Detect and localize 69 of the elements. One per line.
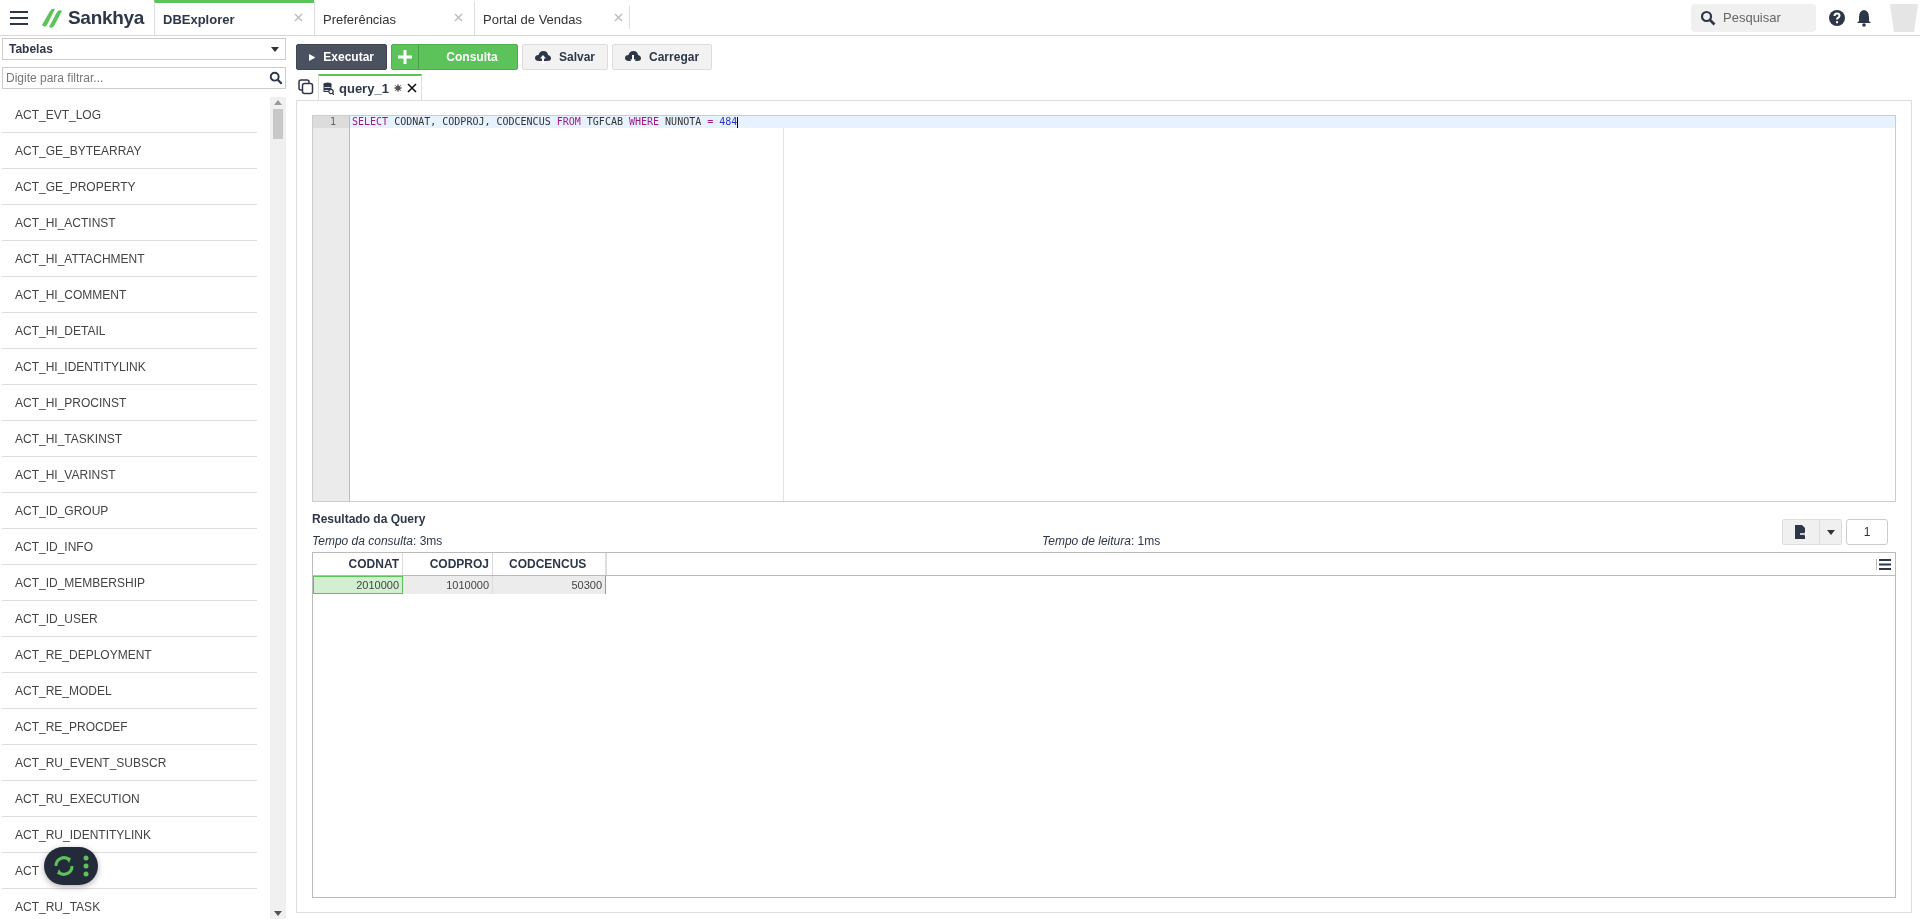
brand-name: Sankhya: [68, 6, 145, 29]
table-list-item[interactable]: ACT_HI_IDENTITYLINK: [2, 349, 258, 385]
plus-icon: [398, 50, 412, 64]
table-cell[interactable]: 1010000: [403, 576, 493, 594]
download-cloud-icon: [625, 50, 642, 64]
search-icon: [269, 71, 283, 85]
play-icon: [309, 51, 316, 63]
table-list-item[interactable]: ACT_GE_BYTEARRAY: [2, 133, 258, 169]
close-icon[interactable]: [406, 83, 417, 93]
code-editor[interactable]: 1 SELECT CODNAT, CODPROJ, CODCENCUS FROM TGFCAB WHERE NUNOTA = 484: [312, 115, 1896, 502]
table-list-item[interactable]: ACT_EVT_LOG: [2, 97, 258, 133]
table-list-item[interactable]: ACT_RU_TASK: [2, 889, 258, 919]
app-tab[interactable]: Portal de Vendas: [474, 0, 634, 35]
table-list-item[interactable]: ACT_HI_VARINST: [2, 457, 258, 493]
export-dropdown-button[interactable]: [1820, 519, 1842, 545]
scrollbar[interactable]: [270, 97, 286, 919]
table-list-item[interactable]: ACT_HI_ATTACHMENT: [2, 241, 258, 277]
column-header[interactable]: CODPROJ: [403, 553, 493, 575]
table-list-item[interactable]: ACT_RU_EXECUTION: [2, 781, 258, 817]
dropdown-value: Tabelas: [9, 42, 53, 56]
results-title: Resultado da Query: [312, 512, 427, 526]
load-button[interactable]: Carregar: [612, 44, 713, 70]
help-icon[interactable]: [1828, 8, 1846, 27]
drag-handle-icon: [82, 855, 90, 877]
table-list-item[interactable]: ACT_ID_MEMBERSHIP: [2, 565, 258, 601]
table-list-item[interactable]: ACT_HI_DETAIL: [2, 313, 258, 349]
filter-field[interactable]: Digite para filtrar...: [2, 67, 286, 89]
table-cell[interactable]: 50300: [493, 576, 606, 594]
caret-icon: [271, 46, 279, 52]
column-header[interactable]: CODCENCUS: [493, 553, 606, 575]
table-list-item[interactable]: ACT_RE_DEPLOYMENT: [2, 637, 258, 673]
table-list-item[interactable]: ACT_RU_EVENT_SUBSCR: [2, 745, 258, 781]
table-list-item[interactable]: ACT_HI_TASKINST: [2, 421, 258, 457]
scroll-down-icon[interactable]: [274, 911, 283, 916]
table-list-item[interactable]: ACT_ID_INFO: [2, 529, 258, 565]
app-tab[interactable]: Preferências: [314, 0, 474, 35]
table-list-item[interactable]: ACT_ID_USER: [2, 601, 258, 637]
object-type-dropdown[interactable]: Tabelas: [2, 38, 286, 60]
search-field[interactable]: Pesquisar: [1691, 3, 1816, 32]
scrollbar-thumb[interactable]: [273, 109, 284, 139]
column-header[interactable]: CODNAT: [313, 553, 403, 575]
database-icon: [323, 81, 334, 95]
table-list-item[interactable]: ACT_RE_PROCDEF: [2, 709, 258, 745]
table-list-item[interactable]: ACT_HI_COMMENT: [2, 277, 258, 313]
export-button[interactable]: [1782, 519, 1820, 545]
copy-icon[interactable]: [298, 79, 314, 95]
floating-action-button[interactable]: [44, 847, 98, 885]
document-icon: [1795, 525, 1807, 539]
table-list-item[interactable]: ACT_HI_PROCINST: [2, 385, 258, 421]
table-list-item[interactable]: ACT_RE_MODEL: [2, 673, 258, 709]
table-list-item[interactable]: ACT_HI_ACTINST: [2, 205, 258, 241]
refresh-icon: [52, 854, 76, 878]
line-number: 1: [313, 116, 349, 128]
query-tab[interactable]: query_1: [318, 74, 422, 100]
table-cell[interactable]: 2010000: [313, 576, 403, 594]
app-tab[interactable]: DBExplorer: [154, 0, 314, 35]
upload-cloud-icon: [535, 50, 551, 64]
menu-icon[interactable]: [10, 10, 28, 25]
caret-icon: [1826, 529, 1835, 535]
table-list-item[interactable]: ACT_ID_GROUP: [2, 493, 258, 529]
save-button[interactable]: Salvar: [522, 44, 609, 70]
run-button[interactable]: Executar: [296, 44, 387, 70]
query-time: Tempo da consulta: 3ms: [312, 534, 444, 548]
page-number[interactable]: 1: [1846, 519, 1888, 545]
bell-icon[interactable]: [1856, 8, 1872, 27]
search-icon: [1700, 9, 1716, 26]
read-time: Tempo de leitura: 1ms: [1042, 534, 1161, 550]
column-menu-icon[interactable]: [1876, 558, 1893, 570]
table-list-item[interactable]: ACT_GE_PROPERTY: [2, 169, 258, 205]
